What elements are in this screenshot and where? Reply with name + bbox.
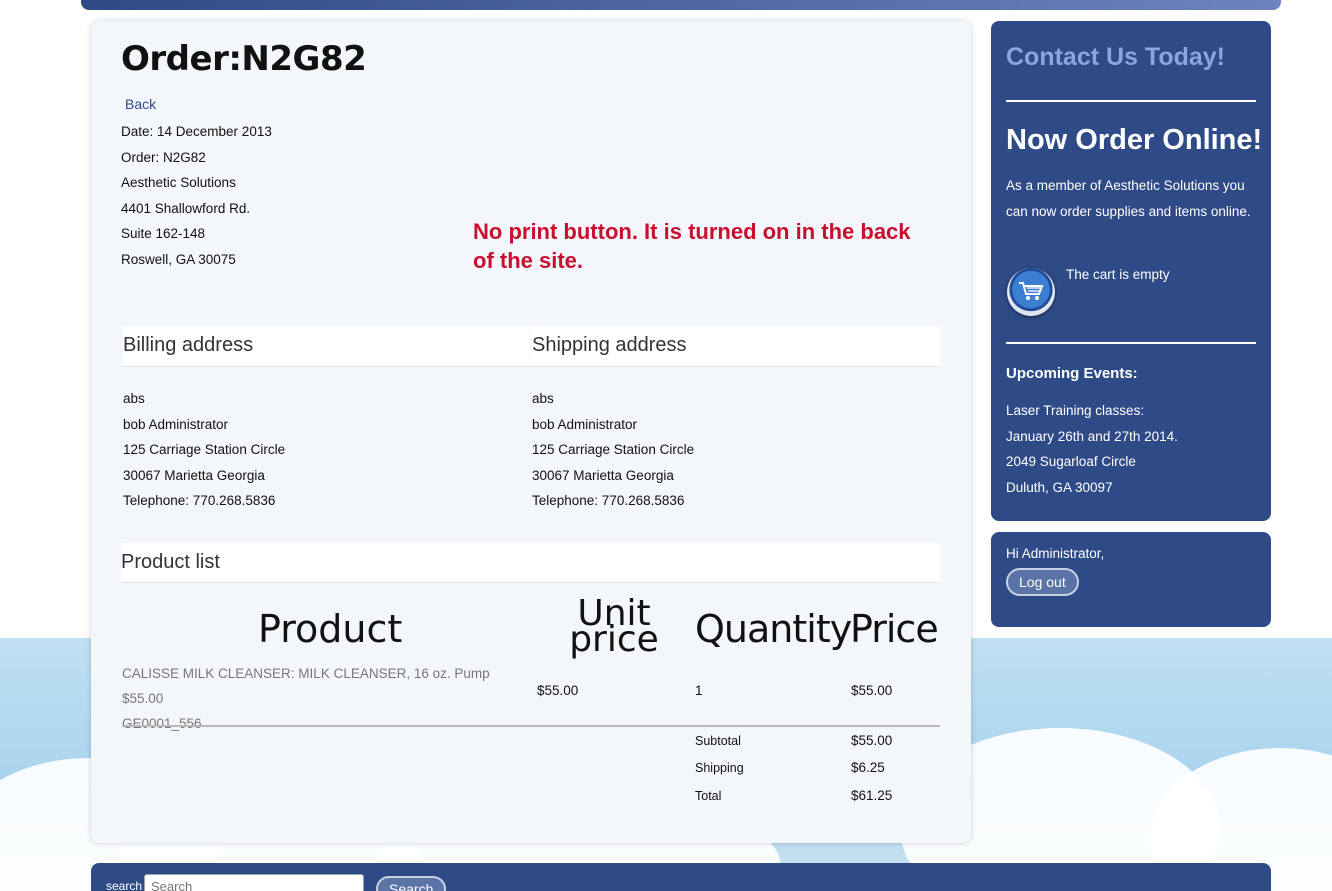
order-panel: Order:N2G82 Back Date: 14 December 2013 … — [91, 21, 971, 843]
billing-line: Telephone: 770.268.5836 — [123, 493, 276, 508]
billing-address-heading: Billing address — [122, 326, 530, 367]
product-list-heading: Product list — [121, 543, 940, 583]
member-text: As a member of Aesthetic Solutions you c… — [1006, 178, 1251, 219]
company-name: Aesthetic Solutions — [121, 175, 236, 190]
annotation-note: No print button. It is turned on in the … — [473, 219, 911, 273]
shipping-line: abs — [532, 391, 554, 406]
user-panel: Hi Administrator, Log out — [991, 532, 1271, 627]
order-date: Date: 14 December 2013 — [121, 124, 272, 139]
footer-bar: search Search — [91, 863, 1271, 891]
search-label: search — [106, 879, 143, 891]
unit-price-line2: price — [569, 619, 659, 660]
sidebar-panel: Contact Us Today! Now Order Online! As a… — [991, 21, 1271, 521]
shipping-label: Shipping — [695, 761, 744, 775]
sidebar-divider — [1006, 342, 1256, 344]
product-unit-price: $55.00 — [537, 683, 579, 698]
cart-status: The cart is empty — [1066, 267, 1170, 282]
column-header-product: Product — [258, 607, 403, 651]
column-header-quantity: Quantity — [695, 607, 852, 651]
product-quantity: 1 — [695, 683, 703, 698]
now-order-heading: Now Order Online! — [1006, 124, 1263, 156]
billing-address: abs bob Administrator 125 Carriage Stati… — [123, 388, 285, 516]
event-line: 2049 Sugarloaf Circle — [1006, 454, 1136, 469]
company-suite: Suite 162-148 — [121, 226, 206, 241]
order-info: Date: 14 December 2013 Order: N2G82 Aest… — [121, 121, 272, 274]
shipping-line: Telephone: 770.268.5836 — [532, 493, 685, 508]
product-name: CALISSE MILK CLEANSER: MILK CLEANSER, 16… — [122, 666, 490, 706]
shipping-value: $6.25 — [851, 760, 885, 775]
shipping-line: 125 Carriage Station Circle — [532, 442, 695, 457]
back-link[interactable]: Back — [125, 96, 156, 112]
total-label: Total — [695, 789, 722, 803]
column-header-price: Price — [850, 607, 939, 651]
event-line: Laser Training classes: — [1006, 403, 1145, 418]
company-street: 4401 Shallowford Rd. — [121, 200, 251, 216]
billing-line: bob Administrator — [123, 416, 229, 432]
billing-line: 125 Carriage Station Circle — [123, 442, 286, 457]
top-bar — [81, 0, 1281, 10]
shipping-line: bob Administrator — [532, 416, 638, 432]
shipping-address: abs bob Administrator 125 Carriage Stati… — [532, 388, 694, 516]
shipping-address-heading: Shipping address — [531, 326, 940, 367]
company-city: Roswell, GA 30075 — [121, 251, 236, 267]
logout-button[interactable]: Log out — [1006, 568, 1079, 596]
total-value: $61.25 — [851, 788, 893, 803]
order-number: Order: N2G82 — [121, 149, 206, 165]
events-heading: Upcoming Events: — [1006, 365, 1138, 382]
column-header-unit-price: Unit price — [569, 596, 659, 660]
page-title: Order:N2G82 — [121, 39, 367, 79]
subtotal-label: Subtotal — [695, 734, 741, 748]
totals-divider — [122, 725, 940, 727]
product-sku: GE0001_556 — [122, 716, 202, 731]
event-line: January 26th and 27th 2014. — [1006, 428, 1178, 444]
billing-line: abs — [123, 391, 145, 406]
subtotal-value: $55.00 — [851, 733, 893, 748]
contact-link[interactable]: Contact Us Today! — [1006, 43, 1225, 72]
sidebar-divider — [1006, 100, 1256, 102]
shipping-line: 30067 Marietta Georgia — [532, 467, 674, 483]
user-greeting: Hi Administrator, — [1006, 546, 1105, 561]
search-button[interactable]: Search — [376, 876, 447, 891]
event-line: Duluth, GA 30097 — [1006, 479, 1113, 495]
events-list: Laser Training classes: January 26th and… — [1006, 398, 1178, 500]
search-input[interactable] — [144, 874, 364, 891]
product-price: $55.00 — [851, 683, 893, 698]
billing-line: 30067 Marietta Georgia — [123, 467, 265, 483]
shopping-cart-icon[interactable] — [1007, 268, 1055, 316]
